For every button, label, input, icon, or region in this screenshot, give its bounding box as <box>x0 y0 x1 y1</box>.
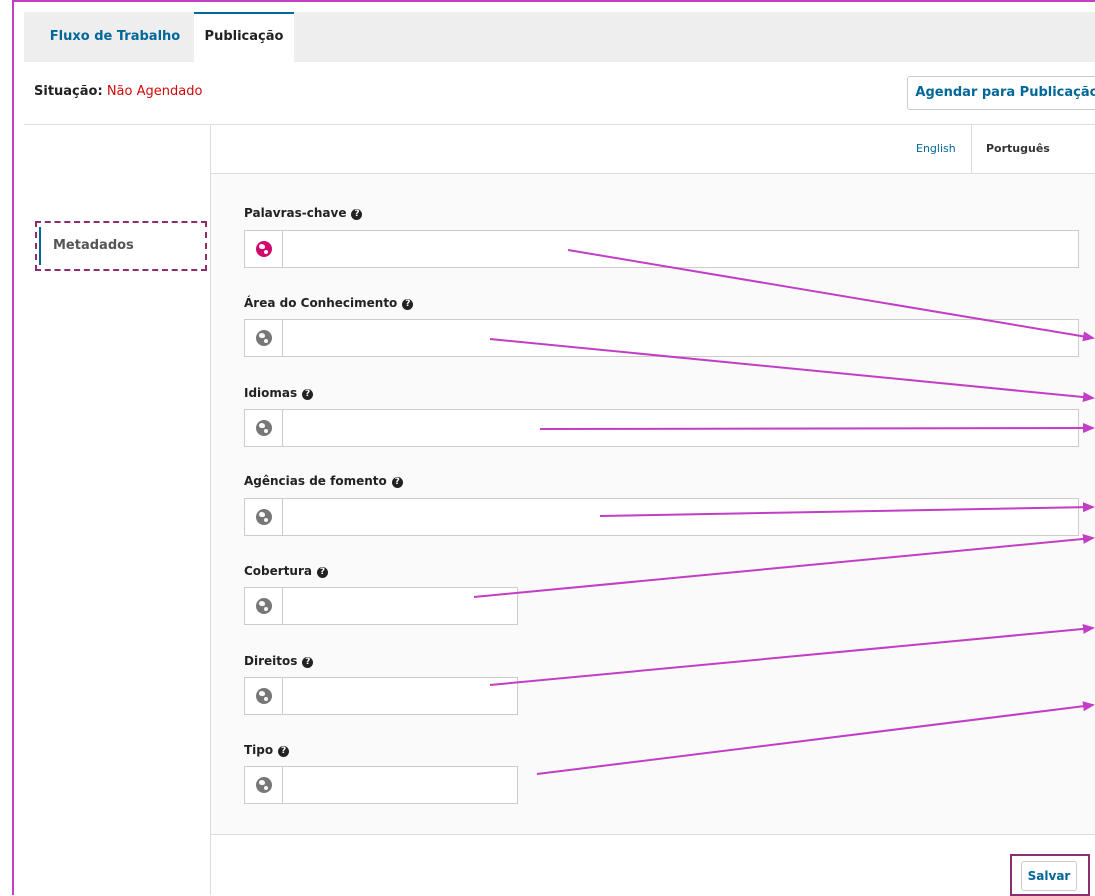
help-icon[interactable]: ? <box>391 477 403 488</box>
coverage-field <box>244 587 519 626</box>
help-icon[interactable]: ? <box>302 389 314 400</box>
keywords-field <box>244 230 1080 269</box>
subjects-field <box>244 319 1080 358</box>
multilingual-toggle[interactable] <box>245 231 283 267</box>
sidebar-item-metadata[interactable]: Metadados <box>35 221 207 271</box>
language-switcher: English Português (Brasil) <box>211 125 1095 203</box>
funding-agencies-label: Agências de fomento? <box>244 474 403 488</box>
keywords-input[interactable] <box>283 231 1080 269</box>
languages-input[interactable] <box>283 410 1080 448</box>
type-field <box>244 766 519 805</box>
help-icon[interactable]: ? <box>317 567 328 578</box>
form-footer: Salvar <box>211 834 1095 896</box>
type-input[interactable] <box>283 767 519 805</box>
funding-agencies-field <box>244 498 1080 537</box>
language-portuguese-button[interactable]: Português (Brasil) <box>986 125 1095 203</box>
language-english-button[interactable]: English <box>916 125 956 173</box>
metadata-form: Palavras-chave? Área do Conhecimento? Id… <box>211 174 1095 834</box>
annotation-frame-left <box>12 0 14 895</box>
multilingual-toggle[interactable] <box>245 767 283 803</box>
language-divider <box>971 125 972 173</box>
globe-icon <box>256 241 272 257</box>
multilingual-toggle[interactable] <box>245 499 283 535</box>
schedule-publication-button[interactable]: Agendar para Publicação <box>907 76 1095 110</box>
save-button-highlight: Salvar <box>1010 854 1090 896</box>
publication-status-bar: Situação: Não Agendado Agendar para Publ… <box>24 62 1095 125</box>
coverage-label: Cobertura? <box>244 564 328 578</box>
rights-field <box>244 677 519 716</box>
languages-field <box>244 409 1080 448</box>
rights-input[interactable] <box>283 678 519 716</box>
save-button[interactable]: Salvar <box>1021 861 1077 891</box>
help-icon[interactable]: ? <box>402 299 414 310</box>
globe-icon <box>256 777 272 793</box>
multilingual-toggle[interactable] <box>245 410 283 446</box>
subjects-label: Área do Conhecimento? <box>244 296 414 310</box>
status-label: Situação: <box>34 84 103 99</box>
tab-workflow[interactable]: Fluxo de Trabalho <box>40 12 190 62</box>
tab-publication[interactable]: Publicação <box>194 12 294 63</box>
tab-bar: Fluxo de Trabalho Publicação <box>24 12 1095 63</box>
multilingual-toggle[interactable] <box>245 678 283 714</box>
languages-label: Idiomas? <box>244 386 314 400</box>
help-icon[interactable]: ? <box>278 746 290 757</box>
keywords-label: Palavras-chave? <box>244 206 363 220</box>
help-icon[interactable]: ? <box>302 657 314 668</box>
globe-icon <box>256 330 272 346</box>
sidebar-item-label: Metadados <box>53 238 134 253</box>
status-value: Não Agendado <box>106 84 203 99</box>
globe-icon <box>256 420 272 436</box>
funding-agencies-input[interactable] <box>283 499 1080 537</box>
globe-icon <box>256 598 272 614</box>
globe-icon <box>256 688 272 704</box>
subjects-input[interactable] <box>283 320 1080 358</box>
help-icon[interactable]: ? <box>351 209 363 220</box>
publication-status: Situação: Não Agendado <box>34 84 202 99</box>
multilingual-toggle[interactable] <box>245 588 283 624</box>
rights-label: Direitos? <box>244 654 314 668</box>
globe-icon <box>256 509 272 525</box>
coverage-input[interactable] <box>283 588 519 626</box>
annotation-frame-top <box>12 0 1095 2</box>
multilingual-toggle[interactable] <box>245 320 283 356</box>
type-label: Tipo? <box>244 743 290 757</box>
